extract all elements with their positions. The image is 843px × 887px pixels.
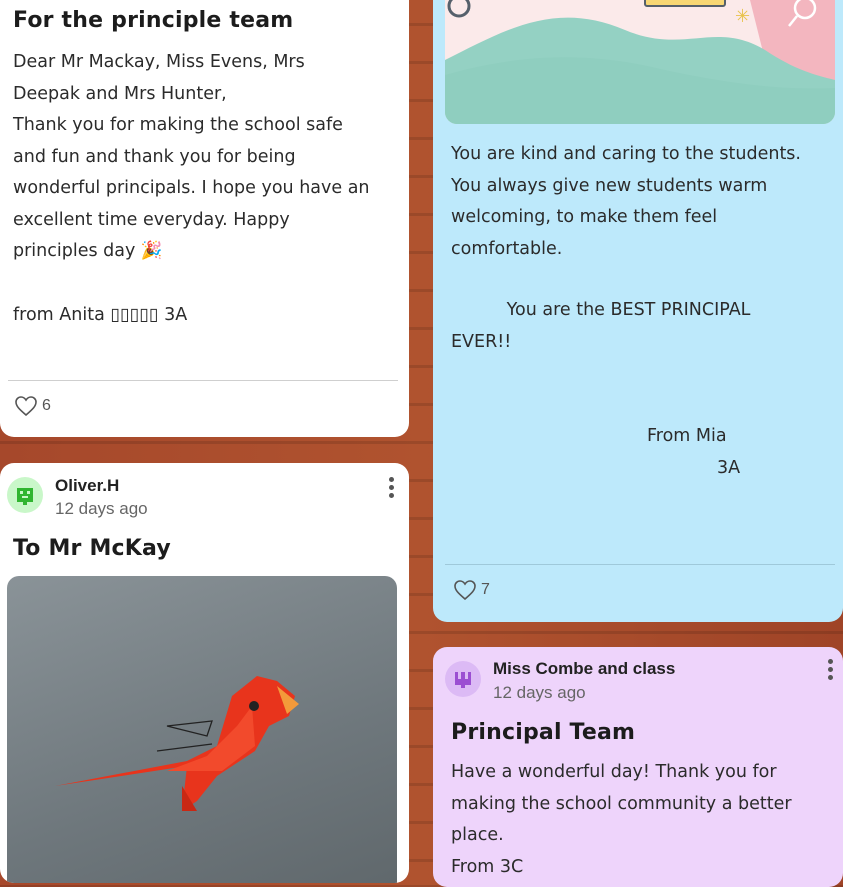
post-signature-name: From Mia xyxy=(647,426,727,446)
post-signature: from Anita ▯▯▯▯▯ 3A xyxy=(13,305,188,325)
post-card-miss-combe: Miss Combe and class 12 days ago Princip… xyxy=(433,647,843,887)
post-title: For the principle team xyxy=(13,8,294,33)
like-button[interactable]: 7 xyxy=(453,579,490,601)
post-author[interactable]: Oliver.H xyxy=(55,476,119,496)
heart-outline-icon xyxy=(454,580,476,601)
post-illustration: ✳ xyxy=(445,0,835,124)
robot-avatar-icon xyxy=(455,672,471,688)
post-signature: From 3C xyxy=(451,857,524,877)
post-photo[interactable] xyxy=(7,576,397,883)
like-count: 7 xyxy=(481,581,490,598)
post-body: Dear Mr Mackay, Miss Evens, Mrs Deepak a… xyxy=(13,52,370,261)
avatar[interactable] xyxy=(7,477,43,513)
vertical-dots-icon[interactable] xyxy=(388,477,394,498)
like-button[interactable]: 6 xyxy=(14,395,51,417)
origami-bird-image xyxy=(55,676,299,811)
post-highlight: You are the BEST PRINCIPAL EVER!! xyxy=(451,300,751,352)
post-signature-class: 3A xyxy=(717,458,741,478)
robot-avatar-icon xyxy=(17,488,33,505)
illustration-graphic: ✳ xyxy=(445,0,835,124)
svg-text:✳: ✳ xyxy=(735,6,750,27)
like-count: 6 xyxy=(42,397,51,414)
post-author[interactable]: Miss Combe and class xyxy=(493,659,675,679)
post-title: Principal Team xyxy=(451,720,636,745)
post-card-oliver: Oliver.H 12 days ago To Mr McKay xyxy=(0,463,409,883)
post-body: You are kind and caring to the students.… xyxy=(451,144,801,259)
avatar[interactable] xyxy=(445,661,481,697)
post-divider xyxy=(445,564,835,565)
vertical-dots-icon[interactable] xyxy=(827,659,833,680)
post-card-mia: ✳ You are kind and caring to the student… xyxy=(433,0,843,622)
post-body: Have a wonderful day! Thank you for maki… xyxy=(451,762,792,845)
heart-outline-icon xyxy=(15,396,37,417)
post-timestamp: 12 days ago xyxy=(493,683,586,702)
post-divider xyxy=(8,380,398,381)
post-card-principle-team: For the principle team Dear Mr Mackay, M… xyxy=(0,0,409,437)
post-title: To Mr McKay xyxy=(13,536,171,561)
post-timestamp: 12 days ago xyxy=(55,499,148,518)
